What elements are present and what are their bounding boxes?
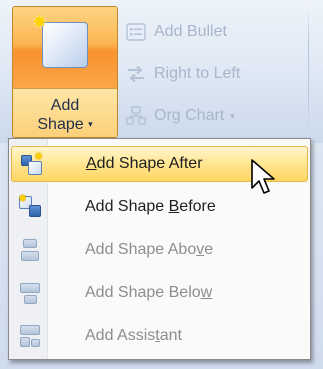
add-shape-label-line2: Shape bbox=[37, 116, 84, 133]
menu-item-add-shape-above[interactable]: Add Shape Above bbox=[11, 232, 308, 268]
chevron-down-icon: ▾ bbox=[88, 119, 93, 129]
ribbon-separator bbox=[308, 6, 309, 134]
menu-item-label: Add Shape After bbox=[86, 155, 203, 172]
ribbon-group: ✸ Add Shape ▾ Add Bullet Right to Left O… bbox=[0, 0, 323, 143]
org-chart-button[interactable]: Org Chart ▾ bbox=[126, 101, 235, 131]
menu-item-label: Add Shape Before bbox=[85, 198, 216, 215]
menu-item-add-assistant[interactable]: Add Assistant bbox=[11, 318, 308, 354]
add-bullet-button[interactable]: Add Bullet bbox=[126, 17, 227, 47]
right-to-left-arrows-icon bbox=[126, 64, 146, 84]
add-shape-before-icon: ✸ bbox=[18, 194, 42, 219]
add-bullet-label: Add Bullet bbox=[154, 23, 227, 40]
add-shape-split-button[interactable]: ✸ Add Shape ▾ bbox=[12, 6, 118, 138]
add-shape-label-line1: Add bbox=[50, 97, 80, 114]
add-shape-above-icon bbox=[18, 238, 42, 262]
add-shape-below-icon bbox=[18, 281, 42, 305]
add-shape-icon bbox=[42, 22, 88, 68]
mouse-pointer-icon bbox=[251, 159, 275, 194]
bullet-list-icon bbox=[126, 22, 146, 42]
add-shape-dropdown-button[interactable]: Add Shape ▾ bbox=[13, 88, 117, 137]
add-shape-after-icon: ✸ bbox=[19, 152, 43, 176]
menu-item-label: Add Shape Above bbox=[85, 241, 214, 258]
right-to-left-label: Right to Left bbox=[154, 65, 241, 82]
chevron-down-icon: ▾ bbox=[230, 110, 235, 121]
org-chart-label: Org Chart bbox=[154, 107, 225, 124]
org-chart-icon bbox=[126, 106, 146, 126]
sparkle-icon: ✸ bbox=[32, 12, 48, 32]
menu-item-label: Add Assistant bbox=[85, 327, 182, 344]
add-shape-label: Add Shape ▾ bbox=[13, 89, 117, 134]
add-assistant-icon bbox=[18, 324, 42, 348]
menu-item-add-shape-below[interactable]: Add Shape Below bbox=[11, 275, 308, 311]
add-shape-button[interactable]: ✸ bbox=[13, 7, 117, 88]
menu-item-label: Add Shape Below bbox=[85, 284, 213, 301]
right-to-left-button[interactable]: Right to Left bbox=[126, 59, 240, 89]
